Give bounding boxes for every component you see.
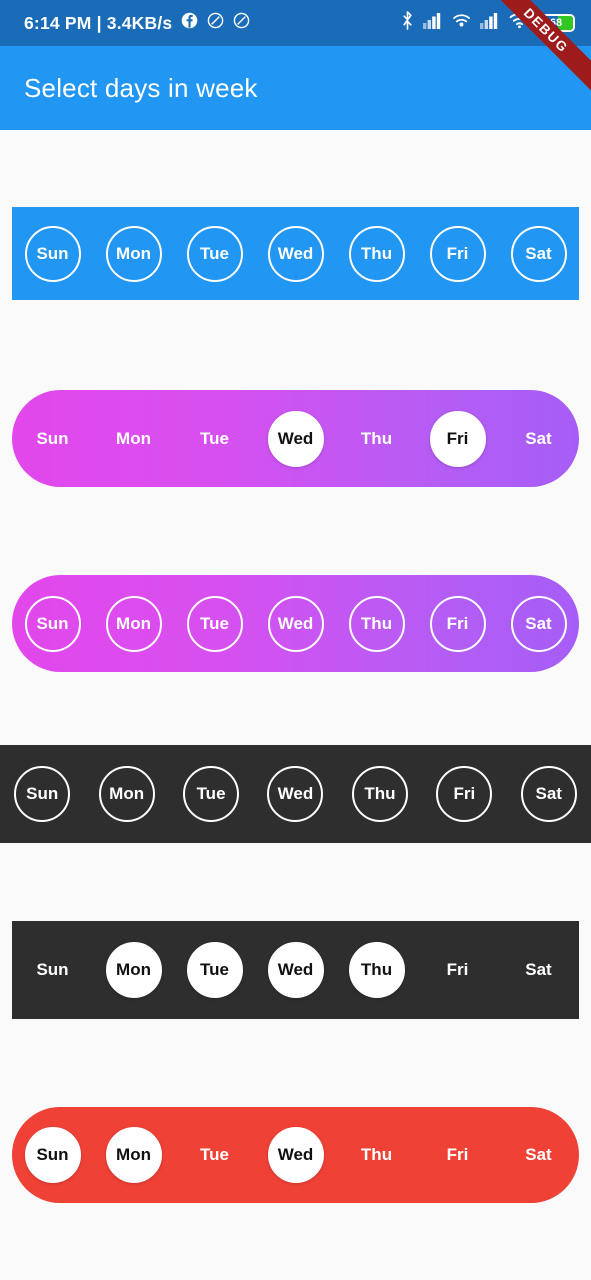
day-chip-sun[interactable]: Sun <box>24 1127 81 1183</box>
bluetooth-icon <box>401 11 414 35</box>
day-chip-tue[interactable]: Tue <box>187 411 243 467</box>
day-chip-sat[interactable]: Sat <box>511 411 567 467</box>
app-bar: Select days in week <box>0 46 591 130</box>
day-chip-fri[interactable]: Fri <box>430 1127 486 1183</box>
day-chip-tue[interactable]: Tue <box>186 225 243 282</box>
week-selector-blue-outlined[interactable]: Sun Mon Tue Wed Thu Fri Sat <box>12 207 579 300</box>
day-chip-mon[interactable]: Mon <box>105 1127 162 1183</box>
week-selector-gradient-outlined[interactable]: Sun Mon Tue Wed Thu Fri Sat <box>12 575 579 672</box>
status-bar-right: 68 <box>401 11 575 35</box>
day-chip-fri[interactable]: Fri <box>436 766 493 822</box>
wifi-icon <box>509 12 530 34</box>
signal-bars-icon <box>423 12 443 34</box>
block-circle-icon <box>207 12 224 34</box>
wifi-calling-icon <box>452 12 471 34</box>
battery-level: 68 <box>549 16 563 29</box>
day-chip-mon[interactable]: Mon <box>98 766 155 822</box>
app-root: 6:14 PM | 3.4KB/s 68 DEBUG Select days i… <box>0 0 591 1280</box>
facebook-icon <box>181 12 198 34</box>
day-chip-sat[interactable]: Sat <box>510 595 567 652</box>
day-chip-fri[interactable]: Fri <box>429 225 486 282</box>
day-chip-wed[interactable]: Wed <box>267 766 324 822</box>
day-chip-sat[interactable]: Sat <box>511 942 567 998</box>
day-chip-tue[interactable]: Tue <box>187 1127 243 1183</box>
day-chip-mon[interactable]: Mon <box>106 411 162 467</box>
week-selector-dark-outlined[interactable]: Sun Mon Tue Wed Thu Fri Sat <box>0 745 591 843</box>
day-chip-tue[interactable]: Tue <box>183 766 240 822</box>
week-selector-gradient-selected[interactable]: Sun Mon Tue Wed Thu Fri Sat <box>12 390 579 487</box>
day-chip-tue[interactable]: Tue <box>186 942 243 998</box>
day-chip-fri[interactable]: Fri <box>429 595 486 652</box>
status-bar-left: 6:14 PM | 3.4KB/s <box>24 12 250 34</box>
day-chip-thu[interactable]: Thu <box>349 411 405 467</box>
day-chip-mon[interactable]: Mon <box>105 225 162 282</box>
day-chip-sat[interactable]: Sat <box>511 1127 567 1183</box>
week-selector-dark-selected[interactable]: Sun Mon Tue Wed Thu Fri Sat <box>12 921 579 1019</box>
day-chip-thu[interactable]: Thu <box>348 595 405 652</box>
day-chip-sat[interactable]: Sat <box>510 225 567 282</box>
day-chip-sun[interactable]: Sun <box>24 225 81 282</box>
signal-bars-icon <box>480 12 500 34</box>
battery-icon: 68 <box>539 14 575 32</box>
day-chip-sun[interactable]: Sun <box>25 411 81 467</box>
day-chip-wed[interactable]: Wed <box>267 410 324 467</box>
day-chip-sun[interactable]: Sun <box>25 942 81 998</box>
day-chip-tue[interactable]: Tue <box>186 595 243 652</box>
day-chip-thu[interactable]: Thu <box>348 225 405 282</box>
page-title: Select days in week <box>24 72 258 103</box>
day-chip-wed[interactable]: Wed <box>267 595 324 652</box>
day-chip-fri[interactable]: Fri <box>430 942 486 998</box>
day-chip-mon[interactable]: Mon <box>105 942 162 998</box>
day-chip-thu[interactable]: Thu <box>349 1127 405 1183</box>
week-selector-red-selected[interactable]: Sun Mon Tue Wed Thu Fri Sat <box>12 1107 579 1203</box>
day-chip-sun[interactable]: Sun <box>24 595 81 652</box>
status-bar: 6:14 PM | 3.4KB/s 68 <box>0 0 591 46</box>
day-chip-fri[interactable]: Fri <box>429 410 486 467</box>
day-chip-wed[interactable]: Wed <box>267 942 324 998</box>
day-chip-thu[interactable]: Thu <box>348 942 405 998</box>
block-circle-icon <box>233 12 250 34</box>
day-chip-sun[interactable]: Sun <box>14 766 71 822</box>
status-clock: 6:14 PM | 3.4KB/s <box>24 12 173 33</box>
day-chip-sat[interactable]: Sat <box>520 766 577 822</box>
day-chip-wed[interactable]: Wed <box>267 225 324 282</box>
day-chip-mon[interactable]: Mon <box>105 595 162 652</box>
day-chip-thu[interactable]: Thu <box>351 766 408 822</box>
day-chip-wed[interactable]: Wed <box>267 1127 324 1183</box>
